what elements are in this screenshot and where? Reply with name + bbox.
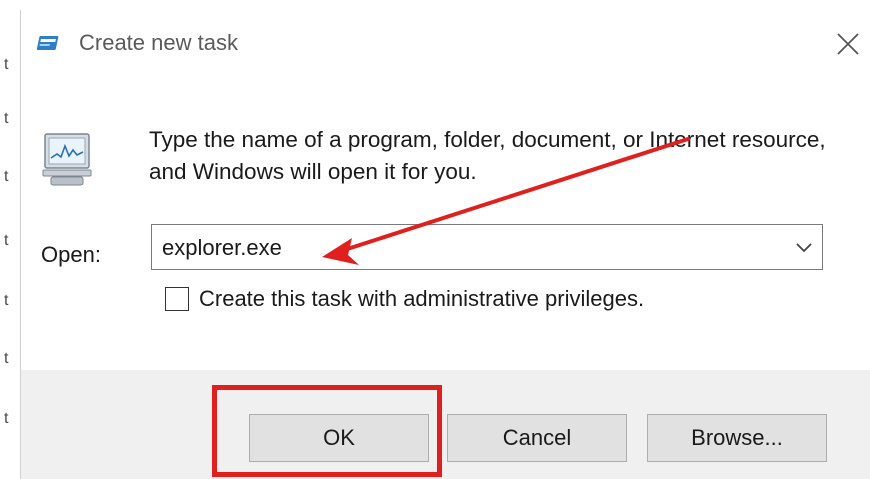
title-bar[interactable]: Create new task [21, 10, 870, 70]
background-glyph: t [4, 232, 9, 249]
run-dialog-icon [36, 34, 61, 54]
background-glyph: t [4, 168, 9, 185]
background-glyph: t [4, 350, 9, 367]
background-glyph: t [4, 110, 9, 127]
open-input-value[interactable]: explorer.exe [162, 235, 282, 261]
window-title: Create new task [79, 30, 238, 55]
screenshot-stage: t t t t t t t Create new task Type the n… [0, 0, 870, 479]
browse-button[interactable]: Browse... [647, 414, 827, 462]
button-footer: OK Cancel Browse... [21, 370, 870, 479]
instructions-text: Type the name of a program, folder, docu… [149, 127, 826, 184]
background-glyph: t [4, 56, 9, 73]
run-program-icon [39, 130, 95, 188]
open-combobox[interactable]: explorer.exe [151, 224, 823, 270]
background-glyph: t [4, 292, 9, 309]
ok-button[interactable]: OK [249, 414, 429, 462]
background-glyph: t [4, 410, 9, 427]
admin-privileges-label[interactable]: Create this task with administrative pri… [199, 286, 644, 312]
admin-privileges-checkbox[interactable] [165, 287, 189, 311]
chevron-down-icon[interactable] [792, 235, 816, 259]
close-button[interactable] [827, 28, 867, 62]
cancel-button[interactable]: Cancel [447, 414, 627, 462]
create-new-task-dialog: Create new task Type the name of a progr… [20, 10, 870, 479]
open-label: Open: [41, 242, 101, 267]
close-icon [827, 33, 867, 66]
